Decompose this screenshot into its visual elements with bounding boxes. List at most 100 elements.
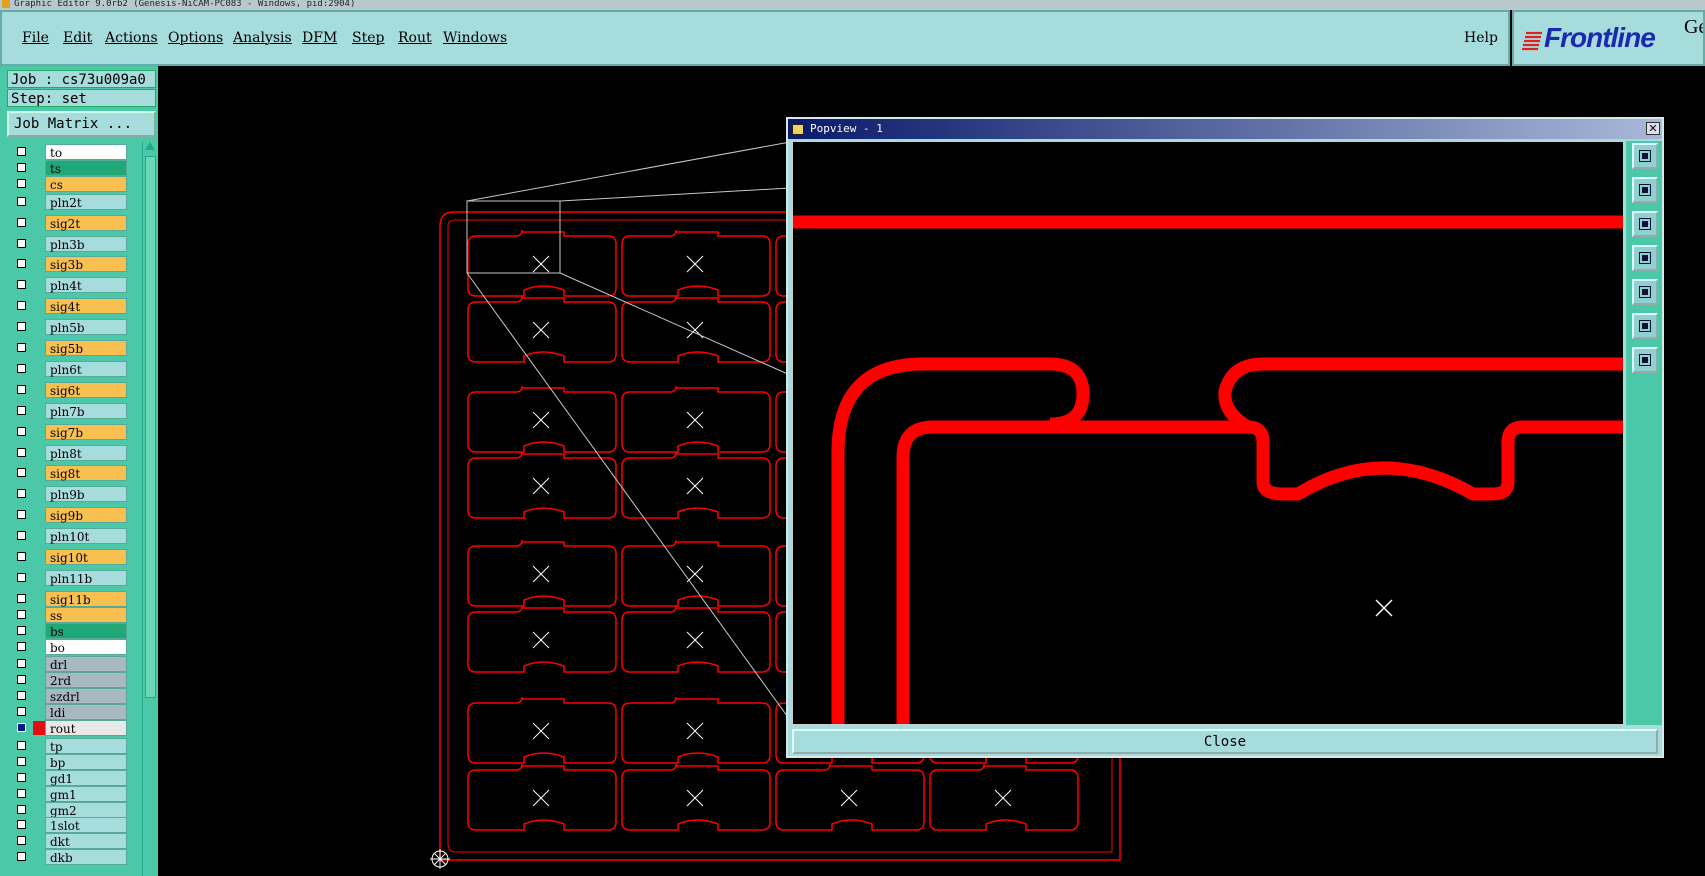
layer-row-dkb[interactable]: dkb	[11, 849, 127, 866]
layer-checkbox[interactable]	[17, 384, 26, 394]
menu-dfm[interactable]: DFM	[302, 30, 337, 46]
layer-checkbox[interactable]	[17, 147, 26, 156]
layer-checkbox[interactable]	[17, 259, 26, 269]
layer-row-2rd[interactable]: 2rd	[11, 672, 127, 689]
layer-row-bs[interactable]: bs	[11, 622, 127, 639]
zoom-in-button[interactable]	[1632, 313, 1658, 339]
menu-actions[interactable]: Actions	[105, 30, 158, 46]
layer-name[interactable]: tp	[45, 737, 127, 754]
layer-row-dkt[interactable]: dkt	[11, 833, 127, 850]
layer-checkbox[interactable]	[17, 552, 26, 561]
layer-checkbox[interactable]	[17, 756, 26, 766]
layer-name[interactable]: sig2t	[45, 214, 127, 231]
layer-row-sig6t[interactable]: sig6t	[11, 381, 127, 398]
layer-name[interactable]: gm1	[45, 785, 127, 802]
layer-checkbox[interactable]	[17, 196, 26, 206]
layer-row-rout[interactable]: rout	[11, 720, 127, 736]
layer-name[interactable]: pln7b	[45, 402, 127, 419]
layer-list-scrollbar[interactable]	[142, 142, 157, 876]
layer-row-ts[interactable]: ts	[11, 159, 127, 176]
layer-row-1slot[interactable]: 1slot	[11, 817, 127, 834]
zoom-out-button[interactable]	[1632, 347, 1658, 373]
layer-name[interactable]: ldi	[45, 704, 127, 721]
layer-name[interactable]: gd1	[45, 769, 127, 786]
layer-name[interactable]: 2rd	[45, 672, 127, 689]
layer-name[interactable]: sig7b	[45, 423, 127, 440]
layer-name[interactable]: sig11b	[45, 590, 127, 607]
layer-name[interactable]: szdrl	[45, 688, 127, 705]
layer-checkbox[interactable]	[17, 510, 26, 520]
menu-help[interactable]: Help	[1464, 30, 1498, 46]
layer-row-sig11b[interactable]: sig11b	[11, 590, 127, 607]
popview-canvas[interactable]	[792, 141, 1624, 725]
layer-name[interactable]: dkt	[45, 833, 127, 850]
popview-window[interactable]: Popview - 1 ✕ Close	[786, 117, 1664, 758]
popview-close-button[interactable]: Close	[792, 729, 1658, 754]
layer-checkbox[interactable]	[17, 804, 26, 814]
layer-checkbox[interactable]	[17, 405, 26, 415]
layer-name[interactable]: drl	[45, 656, 127, 673]
layer-checkbox[interactable]	[17, 363, 26, 373]
zoom-home-button[interactable]	[1632, 143, 1658, 169]
menu-edit[interactable]: Edit	[63, 30, 92, 46]
layer-name[interactable]: sig5b	[45, 340, 127, 356]
layer-checkbox[interactable]	[17, 280, 26, 290]
layer-row-sig3b[interactable]: sig3b	[11, 256, 127, 273]
layer-checkbox[interactable]	[17, 675, 26, 685]
layer-row-bo[interactable]: bo	[11, 638, 127, 655]
layer-checkbox[interactable]	[17, 447, 26, 457]
layer-row-cs[interactable]: cs	[11, 175, 127, 192]
layer-row-tp[interactable]: tp	[11, 737, 127, 754]
layer-row-pln8t[interactable]: pln8t	[11, 444, 127, 461]
layer-checkbox[interactable]	[17, 301, 26, 311]
layer-checkbox[interactable]	[17, 723, 26, 732]
scroll-up-icon[interactable]	[145, 142, 155, 150]
layer-row-sig7b[interactable]: sig7b	[11, 423, 127, 440]
layer-name[interactable]: sig10t	[45, 549, 127, 565]
layer-name[interactable]: sig9b	[45, 507, 127, 524]
layer-checkbox[interactable]	[17, 625, 26, 635]
layer-row-sig5b[interactable]: sig5b	[11, 340, 127, 356]
layer-checkbox[interactable]	[17, 691, 26, 701]
pan-up-button[interactable]	[1632, 177, 1658, 203]
layer-row-sig8t[interactable]: sig8t	[11, 465, 127, 482]
layer-row-pln10t[interactable]: pln10t	[11, 528, 127, 545]
layer-checkbox[interactable]	[17, 531, 26, 541]
layer-checkbox[interactable]	[17, 852, 26, 862]
layer-row-ldi[interactable]: ldi	[11, 704, 127, 721]
layer-checkbox[interactable]	[17, 707, 26, 717]
layer-row-pln2t[interactable]: pln2t	[11, 193, 127, 210]
layer-row-pln5b[interactable]: pln5b	[11, 319, 127, 336]
layer-name[interactable]: dkb	[45, 849, 127, 866]
layer-row-pln11b[interactable]: pln11b	[11, 569, 127, 586]
layer-row-gd1[interactable]: gd1	[11, 769, 127, 786]
layer-row-bp[interactable]: bp	[11, 753, 127, 770]
layer-checkbox[interactable]	[17, 426, 26, 436]
layer-name[interactable]: gm2	[45, 801, 127, 818]
layer-row-drl[interactable]: drl	[11, 656, 127, 673]
layer-checkbox[interactable]	[17, 343, 26, 352]
layer-name[interactable]: sig8t	[45, 465, 127, 482]
layer-checkbox[interactable]	[17, 740, 26, 750]
layer-checkbox[interactable]	[17, 593, 26, 603]
layer-checkbox[interactable]	[17, 641, 26, 651]
layer-row-sig10t[interactable]: sig10t	[11, 549, 127, 565]
menu-options[interactable]: Options	[168, 30, 223, 46]
pan-right-button[interactable]	[1632, 279, 1658, 305]
layer-name[interactable]: pln8t	[45, 444, 127, 461]
layer-name[interactable]: pln11b	[45, 569, 127, 586]
layer-name[interactable]: pln10t	[45, 528, 127, 545]
layer-row-gm1[interactable]: gm1	[11, 785, 127, 802]
layer-name[interactable]: bp	[45, 753, 127, 770]
menu-analysis[interactable]: Analysis	[233, 30, 292, 46]
menu-step[interactable]: Step	[352, 30, 384, 46]
layer-row-pln3b[interactable]: pln3b	[11, 235, 127, 252]
layer-checkbox[interactable]	[17, 238, 26, 248]
layer-name[interactable]: ss	[45, 606, 127, 623]
layer-row-pln4t[interactable]: pln4t	[11, 277, 127, 294]
layer-name[interactable]: to	[45, 144, 127, 160]
layer-row-szdrl[interactable]: szdrl	[11, 688, 127, 705]
layer-name[interactable]: 1slot	[45, 817, 127, 834]
layer-row-sig4t[interactable]: sig4t	[11, 298, 127, 315]
layer-checkbox[interactable]	[17, 178, 26, 188]
